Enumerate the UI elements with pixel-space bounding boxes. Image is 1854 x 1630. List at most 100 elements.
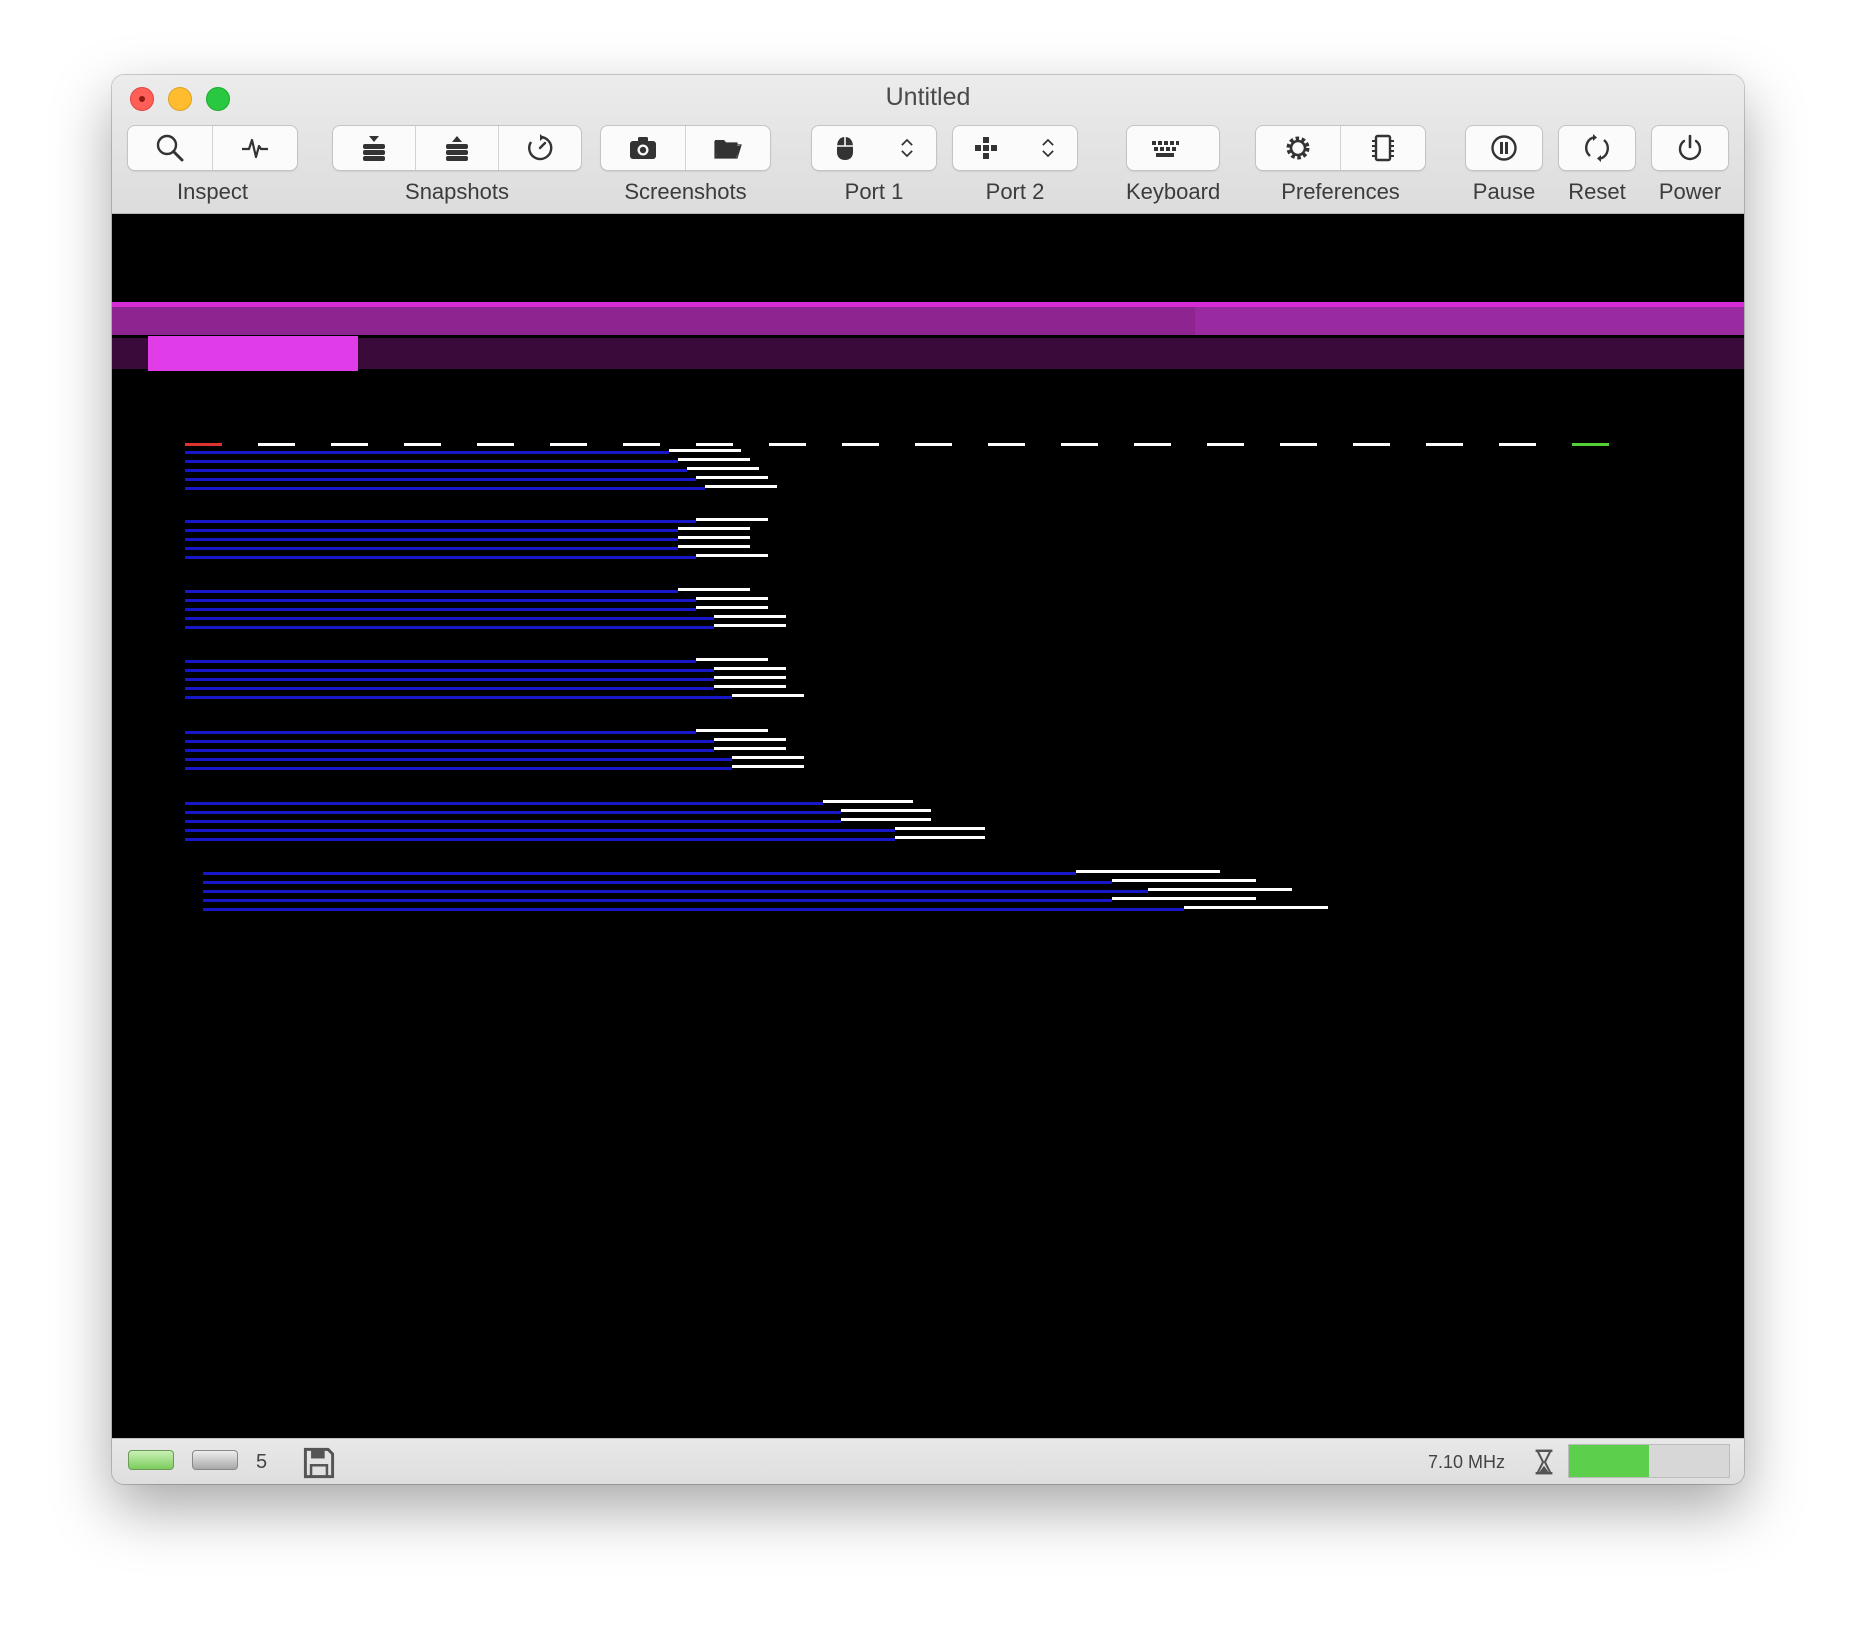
border-magenta-line: [112, 302, 1744, 307]
titlebar: Untitled Inspect Snapshots Screenshots P…: [112, 75, 1744, 214]
raster-line-white: [669, 449, 741, 452]
chevron-up-down-icon: [1042, 138, 1054, 158]
browse-snapshots-button[interactable]: [499, 126, 581, 170]
raster-line-blue: [185, 767, 732, 770]
speed-meter-fill: [1569, 1445, 1649, 1477]
marker-dash: [404, 443, 441, 446]
raster-line-white: [696, 518, 768, 521]
marker-dash: [696, 443, 733, 446]
raster-line-white: [696, 658, 768, 661]
raster-line-white: [678, 588, 750, 591]
raster-line-blue: [185, 687, 714, 690]
raster-line-white: [714, 685, 786, 688]
pause-button[interactable]: [1466, 126, 1542, 170]
browse-screenshots-button[interactable]: [686, 126, 770, 170]
toolbar-group-inspect: Inspect: [127, 125, 298, 205]
raster-line-blue: [185, 749, 714, 752]
memory-chip-icon: [1372, 134, 1394, 162]
snapshot-restore-icon: [446, 136, 468, 161]
raster-line-white: [714, 667, 786, 670]
pause-icon: [1491, 135, 1517, 161]
toolbar-group-keyboard: Keyboard: [1126, 125, 1221, 205]
reset-button[interactable]: [1559, 126, 1635, 170]
take-screenshot-button[interactable]: [601, 126, 686, 170]
toolbar-label-port1: Port 1: [844, 179, 904, 204]
raster-line-white: [1148, 888, 1292, 891]
marker-dash: [842, 443, 879, 446]
raster-line-blue: [185, 529, 678, 532]
raster-line-blue: [185, 696, 732, 699]
floppy-disk-icon[interactable]: [302, 1446, 336, 1480]
preferences-button[interactable]: [1256, 126, 1341, 170]
hardware-configuration-button[interactable]: [1341, 126, 1425, 170]
port1-device-select[interactable]: [812, 126, 936, 170]
raster-line-white: [678, 545, 750, 548]
raster-line-blue: [203, 890, 1148, 893]
inspect-button[interactable]: [128, 126, 213, 170]
raster-line-white: [696, 476, 768, 479]
raster-line-blue: [185, 626, 714, 629]
folder-icon: [714, 140, 742, 159]
gear-icon: [1286, 136, 1310, 160]
raster-line-white: [895, 836, 985, 839]
time-travel-icon: [528, 134, 553, 161]
raster-line-blue: [185, 487, 705, 490]
toolbar-group-power: Power: [1651, 125, 1729, 205]
mouse-icon: [837, 137, 853, 160]
activity-pulse-icon: [242, 138, 268, 159]
raster-line-blue: [185, 731, 696, 734]
raster-line-white: [687, 467, 759, 470]
camera-icon: [630, 137, 656, 159]
marker-dash: [1061, 443, 1098, 446]
raster-line-blue: [185, 811, 841, 814]
drive-led-green-icon[interactable]: [128, 1450, 174, 1470]
raster-line-white: [1112, 897, 1256, 900]
raster-line-white: [714, 676, 786, 679]
raster-line-blue: [185, 608, 696, 611]
raster-line-white: [732, 765, 804, 768]
raster-line-blue: [185, 669, 714, 672]
take-snapshot-button[interactable]: [333, 126, 416, 170]
toolbar-label-pause: Pause: [1472, 179, 1536, 204]
raster-line-blue: [185, 460, 678, 463]
drive-count: 5: [256, 1451, 268, 1473]
emulator-screen[interactable]: [112, 214, 1744, 1438]
marker-dash: [623, 443, 660, 446]
raster-line-white: [714, 615, 786, 618]
marker-dash: [550, 443, 587, 446]
raster-line-white: [678, 536, 750, 539]
raster-line-white: [696, 606, 768, 609]
raster-line-white: [714, 738, 786, 741]
toolbar-label-preferences: Preferences: [1281, 179, 1400, 204]
power-icon: [1678, 134, 1702, 161]
raster-line-blue: [185, 678, 714, 681]
toolbar-label-power: Power: [1658, 179, 1722, 204]
keyboard-button[interactable]: [1127, 126, 1203, 170]
raster-line-blue: [185, 520, 696, 523]
marker-dash: [1572, 443, 1609, 446]
raster-lines: [185, 443, 1609, 911]
joystick-icon: [975, 137, 997, 159]
hourglass-icon[interactable]: [1530, 1447, 1558, 1477]
raster-line-white: [696, 729, 768, 732]
raster-line-white: [895, 827, 985, 830]
raster-line-white: [732, 694, 804, 697]
raster-line-white: [696, 597, 768, 600]
raster-line-white: [714, 624, 786, 627]
marker-dash: [769, 443, 806, 446]
raster-line-white: [732, 756, 804, 759]
restore-snapshot-button[interactable]: [416, 126, 499, 170]
drive-led-gray-icon[interactable]: [192, 1450, 238, 1470]
raster-line-blue: [185, 451, 669, 454]
chevron-up-down-icon: [901, 138, 913, 158]
monitor-button[interactable]: [213, 126, 297, 170]
port2-device-select[interactable]: [953, 126, 1077, 170]
toolbar-label-keyboard: Keyboard: [1126, 179, 1221, 204]
raster-line-white: [1076, 870, 1220, 873]
raster-line-white: [714, 747, 786, 750]
keyboard-icon: [1152, 141, 1179, 157]
emulator-window: Untitled Inspect Snapshots Screenshots P…: [112, 75, 1744, 1484]
power-button[interactable]: [1652, 126, 1728, 170]
raster-line-blue: [185, 556, 696, 559]
toolbar-group-port2: Port 2: [952, 125, 1078, 205]
